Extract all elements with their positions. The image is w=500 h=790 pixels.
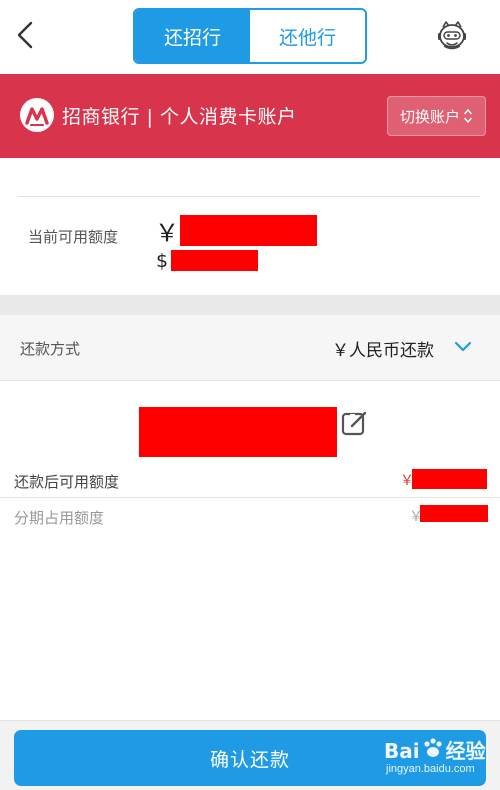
back-button[interactable] <box>10 18 40 52</box>
section-separator <box>0 295 500 315</box>
tab-repay-other-bank[interactable]: 还他行 <box>250 10 365 62</box>
installment-credit-row: 分期占用额度 ￥ <box>0 500 500 532</box>
robot-assistant-icon <box>438 21 466 50</box>
redacted-cny-credit-value <box>180 215 317 246</box>
repay-method-selector[interactable]: 还款方式 ￥人民币还款 <box>0 315 500 381</box>
switch-account-label: 切换账户 <box>399 107 460 126</box>
post-repay-credit-row: 还款后可用额度 ￥ <box>0 464 500 498</box>
top-nav-bar: 还招行 还他行 <box>0 0 500 74</box>
post-repay-credit-label: 还款后可用额度 <box>14 473 120 491</box>
watermark-url: jingyan.baidu.com <box>386 763 475 775</box>
usd-symbol: $ <box>156 250 169 272</box>
chevron-down-icon <box>454 341 472 352</box>
cny-symbol: ￥ <box>155 219 179 247</box>
available-credit-panel: 当前可用额度 ￥ $ <box>0 158 500 295</box>
paw-icon <box>424 738 442 757</box>
baidu-jingyan-watermark: Bai 经验 jingyan.baidu.com <box>380 735 490 783</box>
chevron-left-icon <box>17 21 33 49</box>
sort-arrows-icon <box>463 108 473 124</box>
repay-method-label: 还款方式 <box>20 340 81 358</box>
repay-amount-section: 还款后可用额度 ￥ 分期占用额度 ￥ <box>0 382 500 720</box>
bank-account-header: 招商银行 | 个人消费卡账户 切换账户 <box>0 74 500 158</box>
cmb-logo-icon <box>20 98 54 132</box>
redacted-installment-credit-value <box>420 505 488 522</box>
assistant-button[interactable] <box>434 18 470 54</box>
redacted-usd-credit-value <box>171 250 258 271</box>
repay-method-value: ￥人民币还款 <box>332 341 434 361</box>
divider <box>18 196 480 197</box>
redacted-repay-amount-input[interactable] <box>139 407 337 457</box>
edit-icon[interactable] <box>341 410 369 436</box>
tab-repay-cmb[interactable]: 还招行 <box>135 10 250 62</box>
bank-account-title: 招商银行 | 个人消费卡账户 <box>62 106 297 128</box>
available-credit-label: 当前可用额度 <box>28 228 119 246</box>
installment-credit-label: 分期占用额度 <box>14 509 105 527</box>
redacted-post-repay-credit-value <box>412 469 487 489</box>
repay-target-segmented-control: 还招行 还他行 <box>133 8 367 64</box>
switch-account-button[interactable]: 切换账户 <box>387 96 486 136</box>
